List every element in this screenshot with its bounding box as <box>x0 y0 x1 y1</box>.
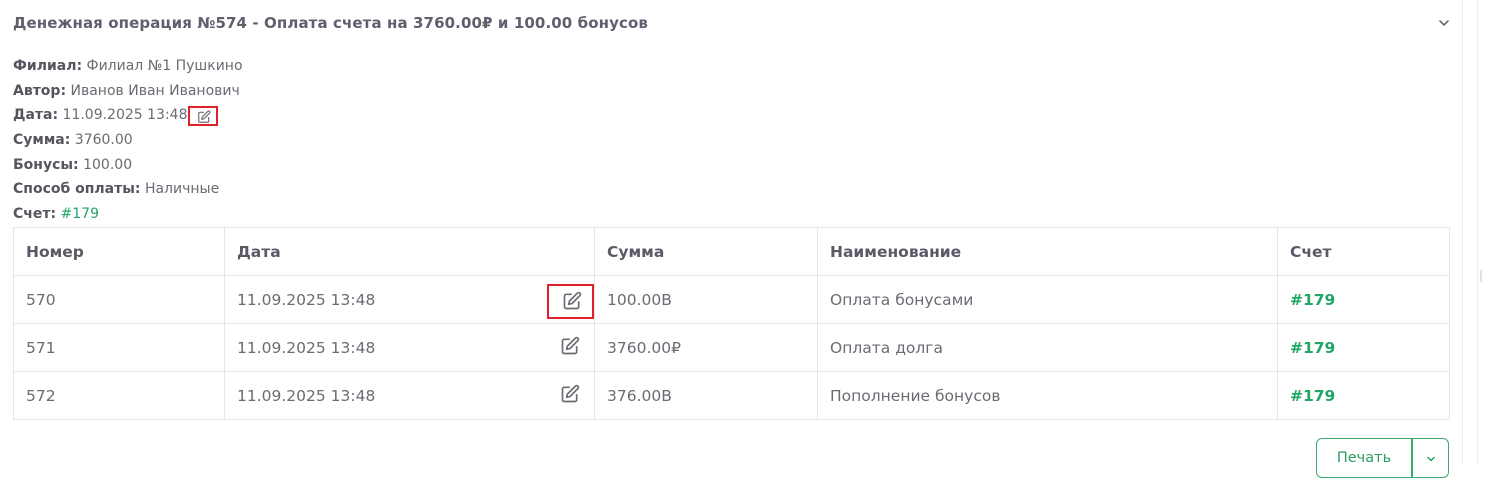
sum-row: Сумма: 3760.00 <box>13 128 243 153</box>
row-date-cell: 11.09.2025 13:48 <box>224 323 595 372</box>
operation-header[interactable]: Денежная операция №574 - Оплата счета на… <box>13 12 1453 36</box>
row-number: 571 <box>13 323 225 372</box>
date-value: 11.09.2025 13:48 <box>62 107 188 124</box>
row-invoice-link[interactable]: #179 <box>1277 371 1450 420</box>
row-date: 11.09.2025 13:48 <box>237 290 376 309</box>
edit-icon <box>197 110 210 124</box>
branch-value: Филиал №1 Пушкино <box>86 58 243 74</box>
row-date: 11.09.2025 13:48 <box>237 338 376 357</box>
edit-row-button[interactable] <box>560 336 582 358</box>
operation-panel: Денежная операция №574 - Оплата счета на… <box>0 0 1462 478</box>
row-date-cell: 11.09.2025 13:48 <box>224 275 595 324</box>
author-value: Иванов Иван Иванович <box>70 82 240 99</box>
row-number: 570 <box>13 275 225 324</box>
print-dropdown-button[interactable] <box>1412 438 1449 478</box>
invoice-label: Счет: <box>13 206 57 223</box>
header-number: Номер <box>13 227 225 276</box>
sum-value: 3760.00 <box>74 132 133 149</box>
edit-row-button[interactable] <box>560 384 582 406</box>
invoice-link[interactable]: #179 <box>61 206 99 222</box>
header-name: Наименование <box>817 227 1278 276</box>
table-header-row: Номер Дата Сумма Наименование Счет <box>13 227 1450 276</box>
header-invoice: Счет <box>1277 227 1450 276</box>
row-date-cell: 11.09.2025 13:48 <box>224 371 595 420</box>
edit-icon <box>563 291 582 310</box>
edit-icon <box>561 336 580 355</box>
row-name: Оплата бонусами <box>817 275 1278 324</box>
bonus-value: 100.00 <box>83 156 133 173</box>
content-border <box>1462 0 1463 464</box>
header-date: Дата <box>224 227 595 276</box>
author-row: Автор: Иванов Иван Иванович <box>13 79 243 104</box>
branch-row: Филиал: Филиал №1 Пушкино <box>13 54 243 79</box>
print-button-group: Печать <box>1316 438 1449 478</box>
row-invoice-link[interactable]: #179 <box>1277 275 1450 324</box>
row-invoice-link[interactable]: #179 <box>1277 323 1450 372</box>
operation-title: Денежная операция №574 - Оплата счета на… <box>13 14 648 32</box>
edit-row-button[interactable] <box>547 284 594 319</box>
header-sum: Сумма <box>594 227 818 276</box>
row-name: Пополнение бонусов <box>817 371 1278 420</box>
scrollbar-track[interactable] <box>1477 0 1478 464</box>
bonus-label: Бонусы: <box>13 156 79 173</box>
payment-method-label: Способ оплаты: <box>13 181 141 198</box>
row-date: 11.09.2025 13:48 <box>237 386 376 405</box>
chevron-down-icon[interactable] <box>1437 16 1451 30</box>
invoice-row: Счет: #179 <box>13 202 243 227</box>
payment-method-row: Способ оплаты: Наличные <box>13 177 243 202</box>
print-button[interactable]: Печать <box>1316 438 1412 478</box>
operation-details: Филиал: Филиал №1 Пушкино Автор: Иванов … <box>13 54 243 227</box>
payment-method-value: Наличные <box>144 181 220 198</box>
transactions-table: Номер Дата Сумма Наименование Счет 570 1… <box>13 227 1450 420</box>
date-row: Дата: 11.09.2025 13:48 <box>13 103 243 128</box>
bonus-row: Бонусы: 100.00 <box>13 153 243 178</box>
branch-label: Филиал: <box>13 58 83 74</box>
row-sum: 376.00B <box>594 371 818 420</box>
row-name: Оплата долга <box>817 323 1278 372</box>
edit-icon <box>561 384 580 403</box>
sum-label: Сумма: <box>13 132 71 149</box>
edit-date-button[interactable] <box>187 106 218 127</box>
scrollbar-thumb[interactable] <box>1480 270 1482 282</box>
row-number: 572 <box>13 371 225 420</box>
row-sum: 100.00B <box>594 275 818 324</box>
author-label: Автор: <box>13 82 67 99</box>
table-row: 571 11.09.2025 13:48 3760.00₽ Оплата дол… <box>13 323 1450 372</box>
table-row: 572 11.09.2025 13:48 376.00B Пополнение … <box>13 371 1450 420</box>
chevron-down-icon <box>1427 456 1435 462</box>
table-row: 570 11.09.2025 13:48 100.00B Оплата бону… <box>13 275 1450 324</box>
date-label: Дата: <box>13 107 59 124</box>
row-sum: 3760.00₽ <box>594 323 818 372</box>
